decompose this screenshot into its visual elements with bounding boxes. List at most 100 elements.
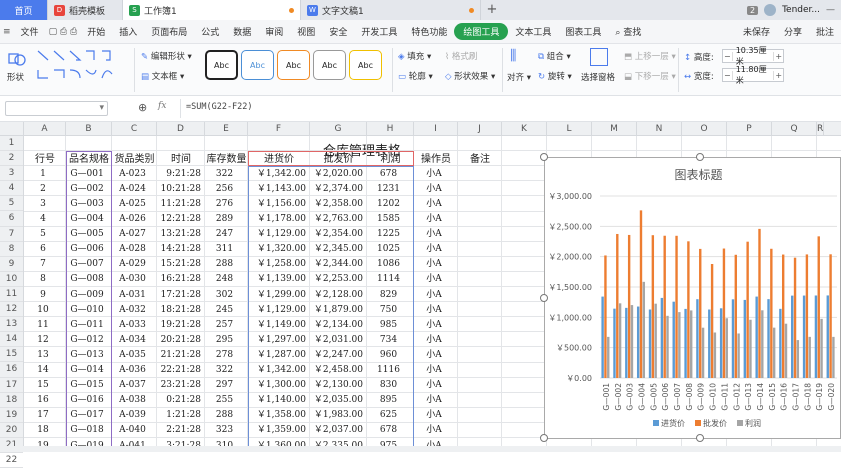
- table-cell[interactable]: 23:21:28: [157, 378, 201, 393]
- table-cell[interactable]: 1025: [367, 242, 410, 257]
- table-cell[interactable]: A-029: [112, 257, 153, 272]
- table-cell[interactable]: G—017: [66, 408, 108, 423]
- table-cell[interactable]: 9:21:28: [157, 167, 201, 182]
- bar-0[interactable]: [672, 301, 675, 378]
- table-cell[interactable]: A-035: [112, 348, 153, 363]
- table-cell[interactable]: 3: [24, 197, 62, 212]
- column-header[interactable]: A: [24, 122, 66, 136]
- column-header[interactable]: D: [157, 122, 205, 136]
- menu-item[interactable]: 页面布局: [144, 25, 194, 38]
- bar-2[interactable]: [749, 319, 752, 378]
- table-cell[interactable]: ￥2,020.00: [310, 167, 363, 182]
- table-cell[interactable]: G—014: [66, 363, 108, 378]
- bar-2[interactable]: [796, 340, 800, 378]
- zoom-icon[interactable]: ⊕: [138, 101, 147, 114]
- bar-0[interactable]: [601, 296, 604, 378]
- table-cell[interactable]: 18: [24, 423, 62, 438]
- table-cell[interactable]: 2:21:28: [157, 423, 201, 438]
- row-header[interactable]: 1: [0, 136, 23, 152]
- menu-drawing-tools[interactable]: 绘图工具: [454, 23, 509, 40]
- table-cell[interactable]: 322: [205, 167, 244, 182]
- legend-label[interactable]: 利润: [745, 418, 761, 428]
- align-button[interactable]: 对齐: [507, 73, 524, 83]
- table-cell[interactable]: 15: [24, 378, 62, 393]
- group-button[interactable]: 组合: [547, 52, 564, 62]
- table-cell[interactable]: 18:21:28: [157, 303, 201, 318]
- bar-2[interactable]: [666, 315, 669, 378]
- table-cell[interactable]: 297: [205, 378, 244, 393]
- table-cell[interactable]: 830: [367, 378, 410, 393]
- column-header[interactable]: O: [682, 122, 727, 136]
- table-cell[interactable]: ￥1,287.00: [248, 348, 306, 363]
- table-cell[interactable]: 311: [205, 242, 244, 257]
- bar-1[interactable]: [699, 248, 702, 378]
- row-header[interactable]: 14: [0, 332, 23, 348]
- send-backward-button[interactable]: 下移一层: [635, 72, 669, 82]
- new-tab-button[interactable]: +: [481, 0, 503, 20]
- table-cell[interactable]: 16: [24, 393, 62, 408]
- table-cell[interactable]: ￥1,300.00: [248, 378, 306, 393]
- table-cell[interactable]: 15:21:28: [157, 257, 201, 272]
- table-cell[interactable]: 322: [205, 363, 244, 378]
- column-title[interactable]: 品名规格: [66, 152, 112, 167]
- height-increase-button[interactable]: +: [773, 51, 783, 61]
- bar-2[interactable]: [701, 327, 705, 378]
- width-input[interactable]: 11.80厘米: [733, 64, 774, 86]
- table-cell[interactable]: ￥1,359.00: [248, 423, 306, 438]
- table-cell[interactable]: 小A: [414, 272, 454, 287]
- bar-0[interactable]: [767, 299, 770, 378]
- textbox-button[interactable]: 文本框: [152, 72, 178, 82]
- table-cell[interactable]: 960: [367, 348, 410, 363]
- fill-button[interactable]: 填充: [407, 52, 424, 62]
- column-header[interactable]: N: [637, 122, 682, 136]
- table-cell[interactable]: ￥1,879.00: [310, 303, 363, 318]
- menu-item[interactable]: 插入: [112, 25, 144, 38]
- table-cell[interactable]: 13:21:28: [157, 227, 201, 242]
- table-cell[interactable]: 248: [205, 272, 244, 287]
- column-header[interactable]: F: [248, 122, 310, 136]
- table-cell[interactable]: A-034: [112, 333, 153, 348]
- bar-2[interactable]: [630, 305, 634, 378]
- format-brush-button[interactable]: 格式刷: [452, 52, 478, 62]
- table-cell[interactable]: ￥1,258.00: [248, 257, 306, 272]
- table-cell[interactable]: ￥2,247.00: [310, 348, 363, 363]
- table-cell[interactable]: A-026: [112, 212, 153, 227]
- edit-shape-button[interactable]: 编辑形状: [151, 52, 185, 62]
- window-count-badge[interactable]: 2: [746, 5, 759, 15]
- bar-1[interactable]: [651, 235, 655, 378]
- resize-handle[interactable]: [696, 434, 704, 442]
- table-cell[interactable]: A-033: [112, 318, 153, 333]
- table-cell[interactable]: G—009: [66, 288, 108, 303]
- table-cell[interactable]: ￥2,035.00: [310, 393, 363, 408]
- formula-input-area[interactable]: [180, 99, 835, 118]
- column-header[interactable]: P: [727, 122, 772, 136]
- row-header[interactable]: 2: [0, 151, 23, 167]
- table-cell[interactable]: ￥1,358.00: [248, 408, 306, 423]
- table-cell[interactable]: ￥1,140.00: [248, 393, 306, 408]
- menu-item[interactable]: 数据: [226, 25, 258, 38]
- row-header[interactable]: 20: [0, 423, 23, 438]
- table-cell[interactable]: G—003: [66, 197, 108, 212]
- bar-0[interactable]: [814, 295, 818, 378]
- column-header[interactable]: E: [205, 122, 248, 136]
- bar-1[interactable]: [675, 235, 678, 378]
- style-preset-4[interactable]: Abc: [313, 50, 346, 80]
- table-cell[interactable]: 678: [367, 423, 410, 438]
- table-cell[interactable]: 小A: [414, 167, 454, 182]
- column-header[interactable]: M: [592, 122, 637, 136]
- table-cell[interactable]: ￥1,129.00: [248, 227, 306, 242]
- bar-2[interactable]: [737, 333, 740, 378]
- rotate-button[interactable]: 旋转: [548, 72, 565, 82]
- table-cell[interactable]: 小A: [414, 408, 454, 423]
- shape-gallery[interactable]: [36, 48, 124, 88]
- bar-1[interactable]: [770, 248, 773, 378]
- table-cell[interactable]: 16:21:28: [157, 272, 201, 287]
- table-cell[interactable]: ￥1,178.00: [248, 212, 306, 227]
- table-cell[interactable]: A-036: [112, 363, 153, 378]
- bar-2[interactable]: [725, 318, 728, 378]
- bar-2[interactable]: [832, 336, 835, 378]
- table-cell[interactable]: 11:21:28: [157, 197, 201, 212]
- bar-1[interactable]: [639, 210, 643, 378]
- menu-item[interactable]: 公式: [194, 25, 226, 38]
- minimize-icon[interactable]: —: [826, 5, 835, 15]
